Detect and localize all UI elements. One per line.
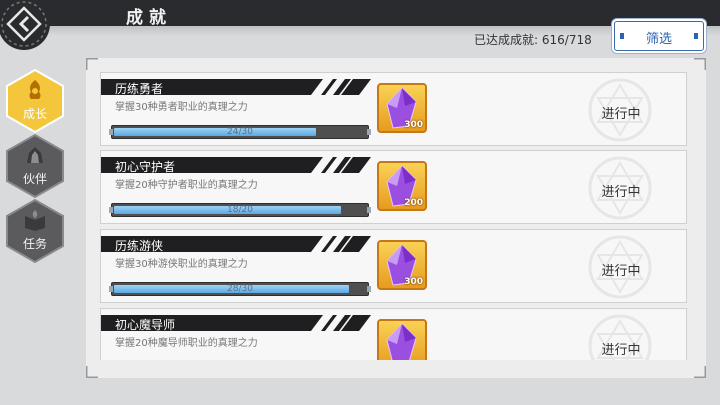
name-bar: 历练勇者 (101, 79, 371, 96)
achieved-count: 已达成成就: 616/718 (474, 31, 592, 48)
achievement-card[interactable]: 历练游侠 掌握30种游侠职业的真理之力 28/30 300 进行中 (100, 229, 687, 303)
filter-button[interactable]: 筛选 (614, 21, 704, 51)
back-button[interactable] (0, 0, 54, 54)
achievement-desc: 掌握30种勇者职业的真理之力 (115, 102, 248, 113)
achievement-name: 历练游侠 (115, 239, 164, 253)
tab-quest[interactable]: 任务 (4, 198, 66, 264)
reward-quantity: 200 (404, 198, 423, 208)
progress-text: 24/30 (227, 127, 253, 137)
progress-bar: 28/30 (109, 282, 371, 296)
panel-corner (86, 366, 98, 378)
panel-corner (86, 58, 98, 70)
filter-label: 筛选 (645, 32, 672, 47)
crystal-icon (386, 323, 417, 360)
achievement-card[interactable]: 初心魔导师 掌握20种魔导师职业的真理之力 进行中 (100, 308, 687, 360)
top-bar (0, 0, 720, 26)
status-text: 进行中 (601, 185, 641, 200)
achievement-card[interactable]: 初心守护者 掌握20种守护者职业的真理之力 18/20 200 进行中 (100, 150, 687, 224)
bar-cap (367, 129, 371, 135)
page-title: 成就 (126, 8, 172, 28)
achievement-card[interactable]: 历练勇者 掌握30种勇者职业的真理之力 24/30 300 进行中 (100, 72, 687, 146)
reward-item[interactable]: 300 (377, 83, 427, 133)
growth-icon (29, 80, 41, 99)
back-arrow-icon (0, 0, 50, 50)
panel-corner (694, 58, 706, 70)
top-bar-shade (0, 26, 720, 36)
tab-partner[interactable]: 伙伴 (4, 133, 66, 199)
progress-bar: 24/30 (109, 125, 371, 139)
reward-quantity: 300 (404, 277, 423, 287)
achievement-name: 历练勇者 (115, 82, 164, 96)
panel-corner (694, 366, 706, 378)
reward-item[interactable] (377, 319, 427, 360)
tab-partner-label: 伙伴 (22, 172, 47, 186)
achievement-desc: 掌握20种守护者职业的真理之力 (115, 180, 258, 191)
achievement-name: 初心魔导师 (115, 318, 176, 332)
tab-quest-label: 任务 (22, 237, 47, 251)
achievement-desc: 掌握30种游侠职业的真理之力 (115, 259, 248, 270)
progress-text: 18/20 (227, 205, 253, 215)
name-bar: 历练游侠 (101, 236, 371, 253)
status-text: 进行中 (601, 343, 641, 358)
tab-growth-label: 成长 (22, 107, 47, 121)
status-text: 进行中 (601, 264, 641, 279)
status-text: 进行中 (601, 107, 641, 122)
partner-icon (27, 147, 43, 163)
tab-growth[interactable]: 成长 (4, 68, 66, 134)
bar-cap (367, 207, 371, 213)
name-bar: 初心魔导师 (101, 315, 371, 332)
progress-text: 28/30 (227, 284, 253, 294)
quest-book-icon (25, 210, 45, 231)
achieved-label: 已达成成就: (474, 33, 539, 47)
reward-item[interactable]: 300 (377, 240, 427, 290)
achieved-value: 616/718 (541, 33, 592, 47)
achievement-list[interactable]: 历练勇者 掌握30种勇者职业的真理之力 24/30 300 进行中 初心守护者 … (100, 70, 690, 360)
reward-quantity: 300 (404, 120, 423, 130)
name-bar: 初心守护者 (101, 157, 371, 174)
achievement-name: 初心守护者 (115, 160, 176, 174)
achievement-desc: 掌握20种魔导师职业的真理之力 (115, 338, 258, 349)
progress-bar: 18/20 (109, 203, 371, 217)
reward-item[interactable]: 200 (377, 161, 427, 211)
bar-cap (367, 286, 371, 292)
filter-right-mark (694, 33, 698, 39)
